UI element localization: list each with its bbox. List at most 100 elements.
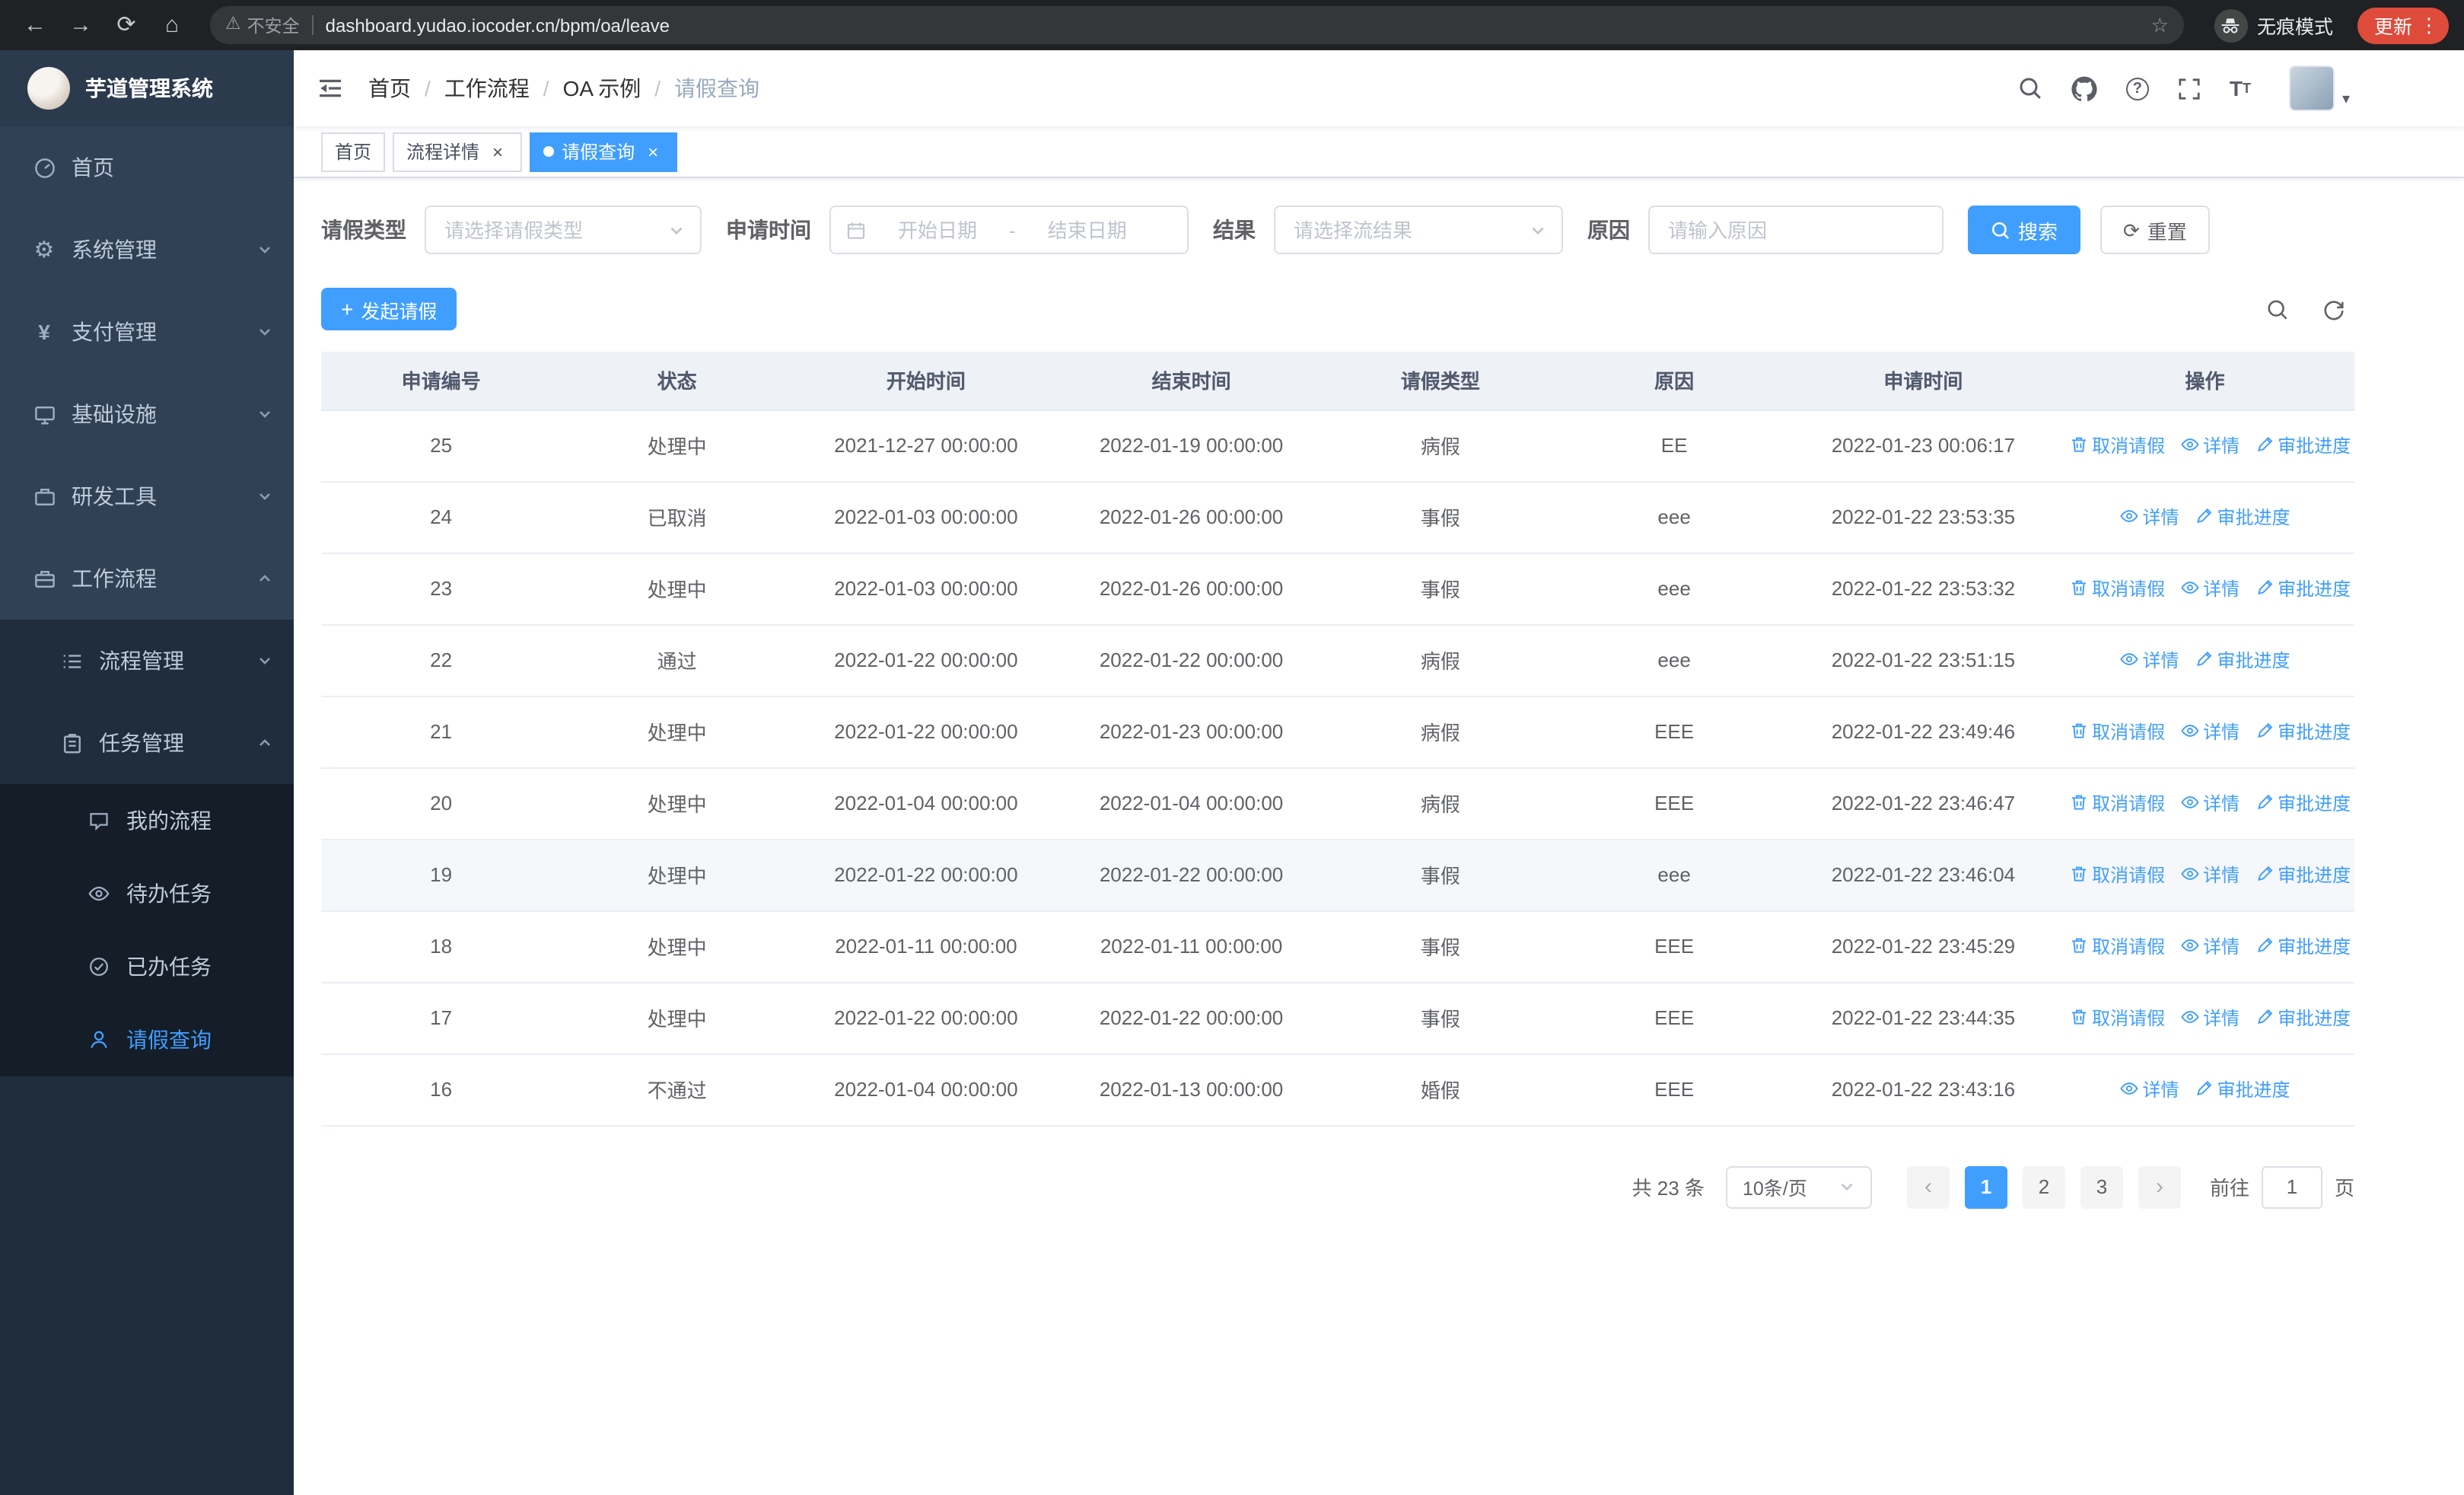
approval-progress-link[interactable]: 审批进度 (2255, 1005, 2351, 1031)
sidebar-item-home[interactable]: 首页 (0, 126, 294, 209)
detail-link[interactable]: 详情 (2180, 933, 2240, 959)
cancel-leave-link[interactable]: 取消请假 (2069, 1005, 2165, 1031)
app-logo[interactable]: 芋道管理系统 (0, 50, 294, 126)
sidebar-item-payment[interactable]: ¥ 支付管理 (0, 291, 294, 373)
leave-type-label: 请假类型 (321, 218, 406, 242)
clipboard-icon (58, 732, 85, 754)
detail-link[interactable]: 详情 (2180, 790, 2240, 816)
check-circle-icon (85, 956, 113, 977)
detail-link[interactable]: 详情 (2180, 432, 2240, 458)
header-search-icon[interactable] (2018, 76, 2042, 100)
sidebar-item-leave-query[interactable]: 请假查询 (0, 1003, 294, 1076)
help-icon[interactable]: ? (2125, 77, 2149, 100)
cell-id: 23 (321, 553, 562, 625)
detail-link[interactable]: 详情 (2180, 575, 2240, 601)
reset-button[interactable]: ⟳ 重置 (2100, 206, 2210, 254)
cell-type: 事假 (1323, 553, 1558, 625)
sidebar-item-system[interactable]: ⚙ 系统管理 (0, 209, 294, 291)
reason-input[interactable] (1665, 217, 1927, 243)
approval-progress-link[interactable]: 审批进度 (2255, 719, 2351, 744)
browser-forward-button[interactable]: → (61, 5, 100, 45)
page-button-3[interactable]: 3 (2080, 1165, 2123, 1208)
detail-link[interactable]: 详情 (2180, 719, 2240, 744)
approval-progress-link[interactable]: 审批进度 (2255, 933, 2351, 959)
apply-time-range-picker[interactable]: - (829, 206, 1189, 254)
leave-type-select-input[interactable] (441, 217, 659, 243)
close-icon[interactable]: × (487, 141, 508, 162)
sidebar-item-task-management[interactable]: 任务管理 (0, 702, 294, 784)
tab-leave-query[interactable]: 请假查询 × (530, 132, 678, 171)
sidebar-item-my-process[interactable]: 我的流程 (0, 784, 294, 857)
approval-progress-link[interactable]: 审批进度 (2255, 432, 2351, 458)
close-icon[interactable]: × (642, 141, 664, 162)
fullscreen-icon[interactable] (2178, 77, 2201, 100)
result-select-input[interactable] (1291, 217, 1520, 243)
start-date-input[interactable] (875, 217, 1000, 243)
font-size-icon[interactable]: TT (2230, 78, 2251, 99)
toggle-search-icon[interactable] (2266, 298, 2289, 320)
edit-icon (2257, 866, 2272, 881)
next-page-button[interactable]: › (2138, 1165, 2181, 1208)
cancel-leave-link[interactable]: 取消请假 (2069, 933, 2165, 959)
cancel-leave-link[interactable]: 取消请假 (2069, 790, 2165, 816)
breadcrumb-oa-example[interactable]: OA 示例 (563, 73, 641, 104)
sidebar-item-workflow[interactable]: 工作流程 (0, 537, 294, 620)
breadcrumb-separator: / (425, 76, 431, 100)
browser-update-button[interactable]: 更新 ⋮ (2357, 7, 2449, 43)
browser-back-button[interactable]: ← (15, 5, 55, 45)
detail-link[interactable]: 详情 (2180, 1005, 2240, 1031)
sidebar-item-devtools[interactable]: 研发工具 (0, 455, 294, 537)
cell-id: 21 (321, 696, 562, 768)
user-menu[interactable]: ▾ (2288, 65, 2350, 111)
sidebar-item-done-tasks[interactable]: 已办任务 (0, 930, 294, 1003)
detail-link[interactable]: 详情 (2119, 1076, 2179, 1102)
end-date-input[interactable] (1024, 217, 1150, 243)
browser-home-button[interactable]: ⌂ (152, 5, 192, 45)
detail-link[interactable]: 详情 (2119, 504, 2179, 530)
address-bar[interactable]: ⚠ 不安全 dashboard.yudao.iocoder.cn/bpm/oa/… (210, 6, 2184, 44)
sidebar-collapse-button[interactable] (317, 75, 344, 102)
cancel-leave-link[interactable]: 取消请假 (2069, 575, 2165, 601)
approval-progress-link[interactable]: 审批进度 (2195, 647, 2291, 673)
security-indicator[interactable]: ⚠ 不安全 (225, 13, 300, 37)
result-select[interactable] (1274, 206, 1563, 254)
page-size-select[interactable]: 10条/页 (1725, 1165, 1872, 1208)
github-icon[interactable] (2071, 75, 2097, 101)
eye-icon (2180, 1011, 2198, 1024)
search-button[interactable]: 搜索 (1968, 206, 2081, 254)
cancel-leave-link[interactable]: 取消请假 (2069, 862, 2165, 888)
cancel-leave-link[interactable]: 取消请假 (2069, 719, 2165, 744)
leave-type-select[interactable] (425, 206, 702, 254)
sidebar-item-process-management[interactable]: 流程管理 (0, 620, 294, 702)
sidebar-item-infrastructure[interactable]: 基础设施 (0, 373, 294, 455)
tab-process-detail[interactable]: 流程详情 × (393, 132, 523, 171)
browser-reload-button[interactable]: ⟳ (107, 5, 146, 45)
cell-apply_time: 2022-01-22 23:45:29 (1791, 910, 2056, 983)
page-button-1[interactable]: 1 (1964, 1165, 2007, 1208)
sidebar-item-todo-tasks[interactable]: 待办任务 (0, 857, 294, 930)
approval-progress-link[interactable]: 审批进度 (2255, 862, 2351, 888)
approval-progress-link[interactable]: 审批进度 (2195, 504, 2291, 530)
avatar[interactable] (2288, 65, 2335, 111)
sidebar-item-label: 我的流程 (126, 808, 212, 833)
approval-progress-link[interactable]: 审批进度 (2195, 1076, 2291, 1102)
cell-apply_time: 2022-01-23 00:06:17 (1791, 410, 2056, 482)
approval-progress-link[interactable]: 审批进度 (2255, 575, 2351, 601)
kebab-menu-icon[interactable]: ⋮ (2418, 15, 2440, 35)
refresh-table-icon[interactable] (2322, 298, 2345, 320)
sidebar-item-label: 基础设施 (72, 402, 157, 426)
tab-home[interactable]: 首页 (321, 132, 386, 171)
bookmark-star-icon[interactable]: ☆ (2151, 15, 2169, 35)
cancel-leave-link[interactable]: 取消请假 (2069, 432, 2165, 458)
create-leave-button[interactable]: + 发起请假 (321, 288, 457, 330)
breadcrumb-home[interactable]: 首页 (368, 73, 411, 104)
reason-input-box[interactable] (1648, 206, 1944, 254)
breadcrumb-workflow[interactable]: 工作流程 (444, 73, 530, 104)
goto-page-input[interactable] (2261, 1165, 2322, 1208)
detail-link[interactable]: 详情 (2119, 647, 2179, 673)
approval-progress-link[interactable]: 审批进度 (2255, 790, 2351, 816)
page-button-2[interactable]: 2 (2022, 1165, 2065, 1208)
prev-page-button[interactable]: ‹ (1906, 1165, 1950, 1208)
cell-end: 2022-01-04 00:00:00 (1059, 767, 1324, 840)
detail-link[interactable]: 详情 (2180, 862, 2240, 888)
